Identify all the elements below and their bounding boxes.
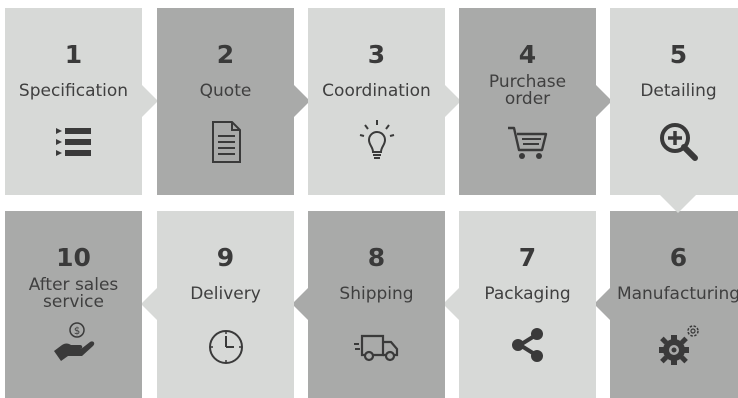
list-icon <box>50 118 98 166</box>
step-label: Packaging <box>484 284 571 304</box>
hand-coin-icon: $ <box>50 321 98 369</box>
step-label: Delivery <box>190 284 261 304</box>
step-label-line: order <box>504 89 551 109</box>
step-detailing: 5 Detailing <box>610 8 738 195</box>
step-number: 4 <box>518 40 537 69</box>
step-label: Specification <box>18 81 129 101</box>
lightbulb-icon <box>353 118 401 166</box>
gears-icon <box>655 321 703 369</box>
share-icon <box>504 321 552 369</box>
step-manufacturing: 6 Manufacturing <box>594 211 738 398</box>
process-diagram: 1 Specification 2 Quote 3 Coordination 4… <box>0 0 738 398</box>
step-number: 10 <box>56 243 91 272</box>
step-packaging: 7 Packaging <box>443 211 596 398</box>
step-number: 1 <box>64 40 83 69</box>
step-quote: 2 Quote <box>157 8 310 195</box>
flow-arrow <box>443 288 459 320</box>
dollar-glyph: $ <box>73 326 79 337</box>
step-number: 2 <box>216 40 235 69</box>
zoom-in-icon <box>655 118 703 166</box>
step-label: Manufacturing <box>616 284 738 304</box>
flow-arrow <box>142 85 158 117</box>
step-number: 7 <box>518 243 537 272</box>
step-coordination: 3 Coordination <box>308 8 461 195</box>
step-label: Coordination <box>322 81 431 101</box>
step-delivery: 9 Delivery <box>141 211 294 398</box>
step-purchase-order: 4 Purchase order <box>459 8 612 195</box>
step-label: Shipping <box>339 284 414 304</box>
step-label: Quote <box>199 81 252 101</box>
step-specification: 1 Specification <box>5 8 158 195</box>
step-number: 9 <box>216 243 235 272</box>
document-icon <box>202 118 250 166</box>
flow-arrow-down <box>660 195 696 213</box>
flow-arrow <box>141 288 157 320</box>
delivery-truck-icon <box>353 321 401 369</box>
step-label-line: service <box>43 292 104 312</box>
step-after-sales-service: 10 After sales service $ <box>5 211 142 398</box>
clock-icon <box>202 321 250 369</box>
step-label: After sales service <box>5 277 142 311</box>
step-label: Purchase order <box>459 74 596 108</box>
flow-arrow <box>292 288 308 320</box>
step-number: 3 <box>367 40 386 69</box>
step-shipping: 8 Shipping <box>292 211 445 398</box>
shopping-cart-icon <box>504 118 552 166</box>
step-label: Detailing <box>640 81 717 101</box>
step-number: 8 <box>367 243 386 272</box>
flow-arrow <box>594 288 610 320</box>
step-number: 5 <box>669 40 688 69</box>
step-number: 6 <box>669 243 688 272</box>
